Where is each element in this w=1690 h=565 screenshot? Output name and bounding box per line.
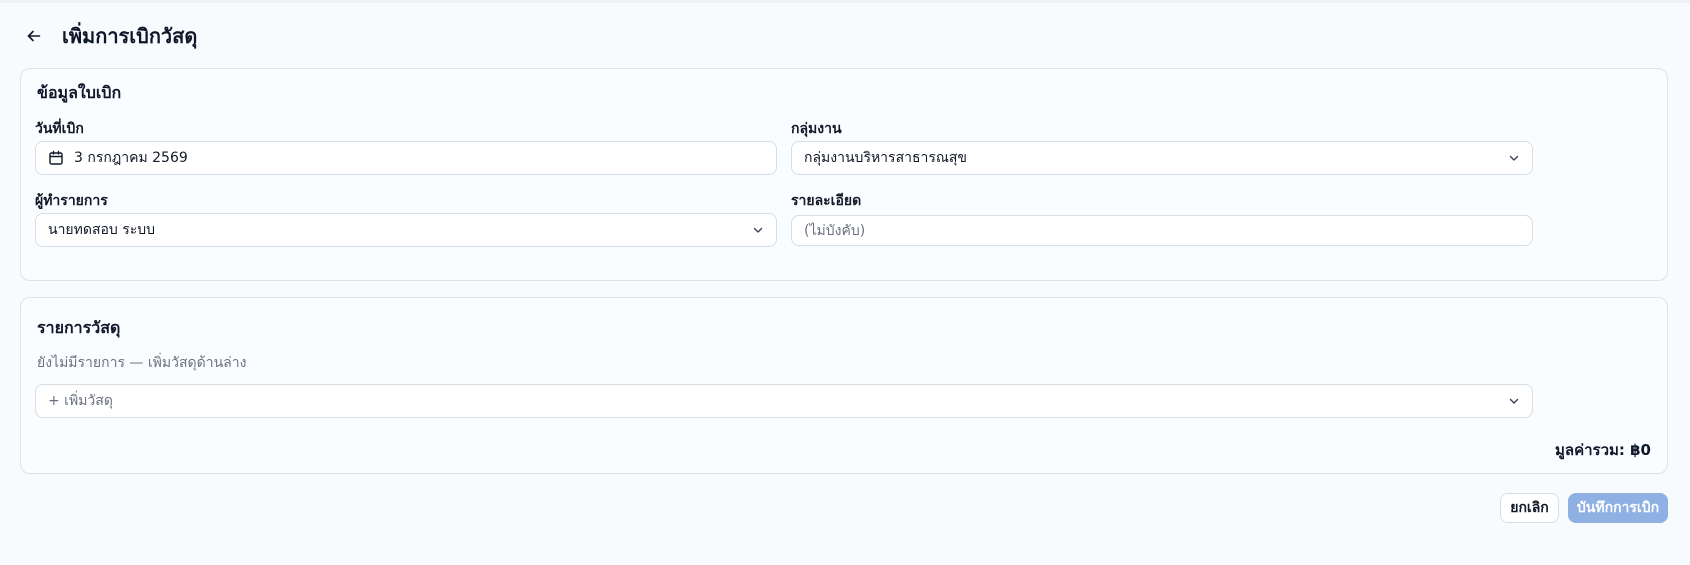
requester-select[interactable]: นายทดสอบ ระบบ bbox=[35, 213, 777, 247]
work-group-value: กลุ่มงานบริหารสาธารณสุข bbox=[804, 150, 968, 166]
total-value: มูลค่ารวม: ฿0 bbox=[1555, 441, 1651, 459]
top-divider bbox=[0, 0, 1690, 3]
page-title: เพิ่มการเบิกวัสดุ bbox=[62, 24, 198, 48]
chevron-down-icon bbox=[1508, 395, 1520, 407]
cancel-button[interactable]: ยกเลิก bbox=[1500, 493, 1559, 523]
material-items-title: รายการวัสดุ bbox=[37, 318, 121, 337]
work-group-label: กลุ่มงาน bbox=[791, 121, 842, 137]
requisition-info-card: ข้อมูลใบเบิก วันที่เบิก 3 กรกฎาคม 2569 ก… bbox=[20, 68, 1668, 281]
date-picker[interactable]: 3 กรกฎาคม 2569 bbox=[35, 141, 777, 175]
requester-value: นายทดสอบ ระบบ bbox=[48, 222, 156, 238]
chevron-down-icon bbox=[752, 224, 764, 236]
date-value: 3 กรกฎาคม 2569 bbox=[74, 150, 188, 166]
page-header: เพิ่มการเบิกวัสดุ bbox=[24, 22, 197, 50]
add-material-label: + เพิ่มวัสดุ bbox=[48, 393, 113, 409]
empty-items-message: ยังไม่มีรายการ — เพิ่มวัสดุด้านล่าง bbox=[37, 355, 247, 371]
date-label: วันที่เบิก bbox=[35, 121, 84, 137]
chevron-down-icon bbox=[1508, 152, 1520, 164]
requisition-info-title: ข้อมูลใบเบิก bbox=[37, 83, 122, 102]
arrow-left-icon[interactable] bbox=[24, 26, 44, 46]
add-material-select[interactable]: + เพิ่มวัสดุ bbox=[35, 384, 1533, 418]
save-requisition-button[interactable]: บันทึกการเบิก bbox=[1568, 493, 1668, 523]
page: เพิ่มการเบิกวัสดุ ข้อมูลใบเบิก วันที่เบิ… bbox=[0, 0, 1690, 565]
details-label: รายละเอียด bbox=[791, 193, 862, 209]
details-placeholder: (ไม่บังคับ) bbox=[804, 222, 866, 239]
details-input[interactable]: (ไม่บังคับ) bbox=[791, 215, 1533, 246]
work-group-select[interactable]: กลุ่มงานบริหารสาธารณสุข bbox=[791, 141, 1533, 175]
material-items-card: รายการวัสดุ ยังไม่มีรายการ — เพิ่มวัสดุด… bbox=[20, 297, 1668, 474]
calendar-icon bbox=[48, 150, 64, 166]
requester-label: ผู้ทำรายการ bbox=[35, 193, 108, 209]
